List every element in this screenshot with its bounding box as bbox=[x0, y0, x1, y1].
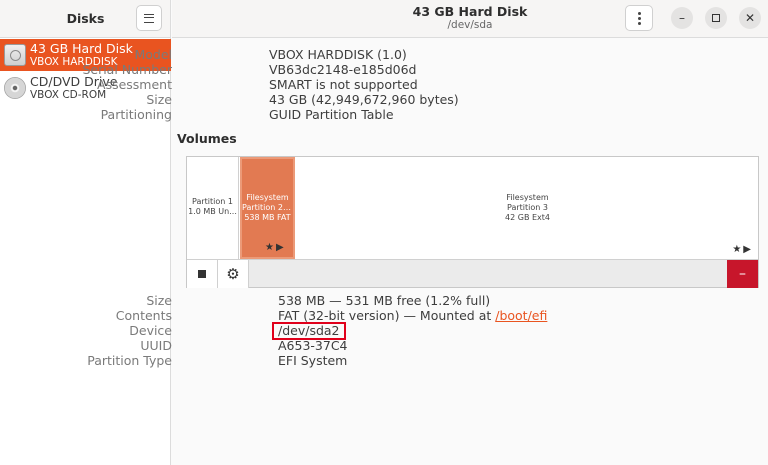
contents-value: FAT (32-bit version) — Mounted at /boot/… bbox=[278, 308, 547, 323]
assessment-value: SMART is not supported bbox=[269, 77, 418, 92]
partition-type: Filesystem bbox=[506, 193, 549, 202]
kebab-dot bbox=[637, 11, 641, 15]
mount-point-link[interactable]: /boot/efi bbox=[495, 308, 547, 323]
contents-text: FAT (32-bit version) — Mounted at bbox=[278, 308, 496, 323]
stop-icon bbox=[198, 270, 206, 278]
uuid-value: A653-37C4 bbox=[278, 338, 348, 353]
kebab-dot bbox=[637, 16, 641, 20]
delete-partition-button[interactable]: – bbox=[727, 260, 758, 288]
partition-type: Filesystem bbox=[246, 193, 289, 202]
model-value: VBOX HARDDISK (1.0) bbox=[269, 47, 407, 62]
close-button[interactable]: ✕ bbox=[739, 7, 761, 29]
gear-icon: ⚙ bbox=[226, 265, 240, 283]
partitioning-label: Partitioning bbox=[100, 107, 172, 122]
model-label: Model bbox=[134, 47, 172, 62]
volumes-heading: Volumes bbox=[177, 131, 237, 146]
hard-disk-icon bbox=[3, 43, 27, 67]
partitioning-value: GUID Partition Table bbox=[269, 107, 394, 122]
size-value: 43 GB (42,949,672,960 bytes) bbox=[269, 92, 459, 107]
maximize-button[interactable] bbox=[705, 7, 727, 29]
assessment-label: Assessment bbox=[97, 77, 172, 92]
partition-flags: ★▶ bbox=[265, 243, 286, 253]
close-icon: ✕ bbox=[744, 11, 756, 25]
uuid-label: UUID bbox=[140, 338, 172, 353]
partition-3[interactable]: Filesystem Partition 3 42 GB Ext4 ★▶ bbox=[296, 157, 759, 259]
vsize-value: 538 MB — 531 MB free (1.2% full) bbox=[278, 293, 491, 308]
header-bar: 43 GB Hard Disk /dev/sda – ✕ bbox=[172, 0, 768, 38]
volume-map: Partition 1 1.0 MB Un... Filesystem Part… bbox=[186, 156, 759, 288]
partition-flags: ★▶ bbox=[732, 245, 753, 255]
sidebar-header: Disks bbox=[0, 0, 170, 38]
serial-value: VB63dc2148-e185d06d bbox=[269, 62, 417, 77]
partition-1[interactable]: Partition 1 1.0 MB Un... bbox=[187, 157, 239, 259]
optical-drive-icon bbox=[3, 76, 27, 100]
serial-label: Serial Number bbox=[82, 62, 172, 77]
volume-toolbar: ⚙ – bbox=[187, 259, 758, 288]
main-menu-button[interactable] bbox=[136, 5, 162, 31]
partition-settings-button[interactable]: ⚙ bbox=[218, 260, 249, 288]
play-icon: ▶ bbox=[743, 244, 753, 255]
play-icon: ▶ bbox=[275, 242, 286, 253]
partition-label: Partition 1 bbox=[192, 197, 233, 206]
star-icon: ★ bbox=[732, 244, 744, 255]
partition-label: Partition 3 bbox=[507, 203, 548, 212]
star-icon: ★ bbox=[265, 242, 276, 253]
ptype-label: Partition Type bbox=[87, 353, 172, 368]
partition-size: 42 GB Ext4 bbox=[505, 213, 550, 222]
minimize-button[interactable]: – bbox=[671, 7, 693, 29]
partition-size: 538 MB FAT bbox=[244, 213, 291, 222]
disk-menu-button[interactable] bbox=[625, 5, 653, 31]
minus-icon: – bbox=[739, 266, 746, 282]
minimize-icon: – bbox=[679, 11, 685, 25]
partition-label: Partition 2: ... bbox=[242, 203, 293, 212]
maximize-icon bbox=[712, 14, 720, 22]
unmount-button[interactable] bbox=[187, 260, 218, 288]
size-label: Size bbox=[146, 92, 172, 107]
partition-2[interactable]: Filesystem Partition 2: ... 538 MB FAT ★… bbox=[240, 157, 295, 259]
ptype-value: EFI System bbox=[278, 353, 348, 368]
contents-label: Contents bbox=[115, 308, 172, 323]
kebab-dot bbox=[637, 21, 641, 25]
hamburger-icon bbox=[144, 13, 154, 23]
device-highlight-box bbox=[272, 322, 346, 340]
partition-size: 1.0 MB Un... bbox=[188, 207, 237, 216]
device-label: Device bbox=[129, 323, 172, 338]
vsize-label: Size bbox=[146, 293, 172, 308]
